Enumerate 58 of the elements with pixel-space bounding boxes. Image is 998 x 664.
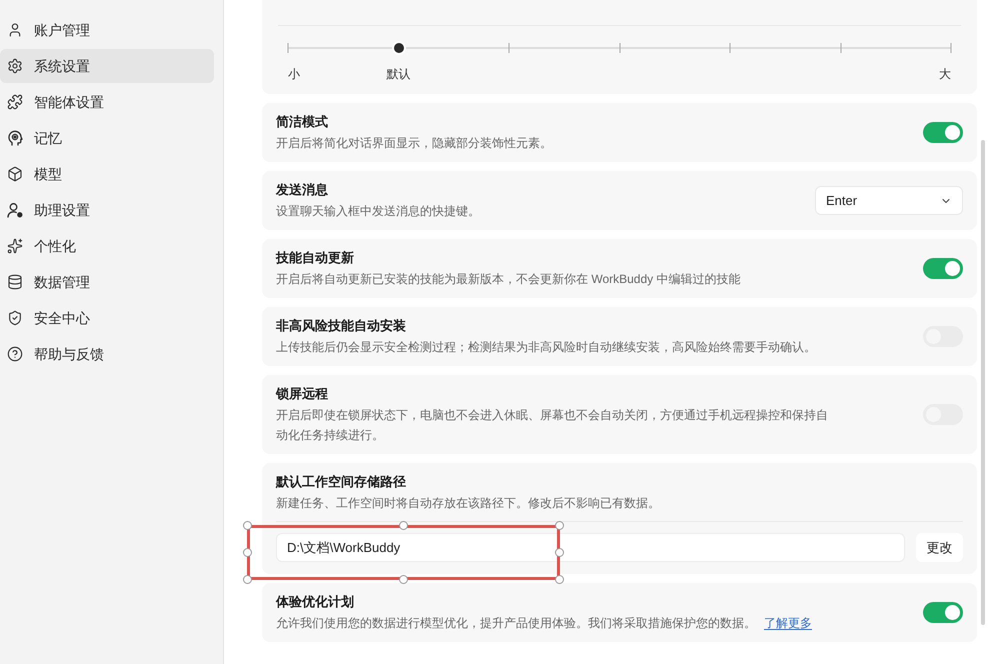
sidebar-item[interactable]: 模型 — [0, 157, 214, 191]
setting-description: 新建任务、工作空间时将自动存放在该路径下。修改后不影响已有数据。 — [276, 495, 661, 512]
setting-description: 上传技能后仍会显示安全检测过程；检测结果为非高风险时自动继续安装，高风险始终需要手动确认。 — [276, 339, 816, 356]
settings-icon — [7, 58, 23, 74]
setting-description: 允许我们使用您的数据进行模型优化，提升产品使用体验。我们将采取措施保护您的数据。 了解更多 — [276, 615, 812, 632]
slider-label: 小 — [288, 66, 300, 83]
setting-title: 非高风险技能自动安装 — [276, 317, 407, 335]
sidebar-item[interactable]: 帮助与反馈 — [0, 337, 214, 371]
change-button[interactable]: 更改 — [916, 533, 963, 562]
sidebar-item[interactable]: 安全中心 — [0, 301, 214, 335]
shield-check-icon — [7, 310, 23, 326]
tick-mark — [950, 43, 952, 53]
resize-handle[interactable] — [243, 548, 252, 557]
sidebar-item[interactable]: 个性化 — [0, 229, 214, 263]
sparkles-icon — [7, 238, 23, 254]
toggle-switch[interactable] — [923, 602, 963, 623]
sidebar-item[interactable]: 记忆 — [0, 121, 214, 155]
sidebar-item[interactable]: 助理设置 — [0, 193, 214, 227]
resize-handle[interactable] — [555, 521, 564, 530]
path-input[interactable]: D:\文档\WorkBuddy — [276, 533, 905, 562]
cube-icon — [7, 166, 23, 182]
toggle-switch[interactable] — [923, 122, 963, 143]
setting-description: 开启后将简化对话界面显示，隐藏部分装饰性元素。 — [276, 135, 552, 152]
setting-description: 开启后将自动更新已安装的技能为最新版本，不会更新你在 WorkBuddy 中编辑过的技能 — [276, 271, 740, 288]
resize-handle[interactable] — [555, 575, 564, 584]
resize-handle[interactable] — [399, 575, 408, 584]
slider-label: 大 — [939, 66, 951, 83]
learn-more-link[interactable]: 了解更多 — [764, 616, 812, 630]
setting-title: 默认工作空间存储路径 — [276, 473, 407, 491]
resize-handle[interactable] — [399, 521, 408, 530]
sidebar-item[interactable]: 系统设置 — [0, 49, 214, 83]
slider-thumb[interactable] — [392, 41, 406, 55]
database-icon — [7, 274, 23, 290]
scrollbar-thumb[interactable] — [981, 140, 985, 625]
setting-title: 简洁模式 — [276, 113, 329, 131]
setting-title: 体验优化计划 — [276, 593, 355, 611]
resize-handle[interactable] — [243, 521, 252, 530]
setting-description: 开启后即使在锁屏状态下，电脑也不会进入休眠、屏幕也不会自动关闭，方便通过手机远程操控和保持自动化任务持续进行。 — [276, 407, 829, 444]
tick-mark — [840, 43, 841, 53]
setting-description: 设置聊天输入框中发送消息的快捷键。 — [276, 203, 480, 220]
head-icon — [7, 130, 23, 146]
person-with-dot-icon — [7, 202, 23, 218]
sidebar-item[interactable]: 数据管理 — [0, 265, 214, 299]
person-icon — [7, 22, 23, 38]
help-icon — [7, 346, 23, 362]
sidebar-item[interactable]: 账户管理 — [0, 13, 214, 47]
setting-title: 发送消息 — [276, 181, 329, 199]
setting-title: 技能自动更新 — [276, 249, 355, 267]
shortcut-select[interactable]: Enter — [815, 186, 963, 215]
slider-label: 默认 — [386, 66, 410, 83]
sidebar-item[interactable]: 智能体设置 — [0, 85, 214, 119]
tick-mark — [508, 43, 510, 53]
tick-mark — [619, 43, 620, 53]
toggle-switch[interactable] — [923, 258, 963, 279]
puzzle-icon — [7, 94, 23, 110]
slider-track[interactable] — [288, 41, 951, 55]
setting-title: 锁屏远程 — [276, 385, 329, 403]
resize-handle[interactable] — [243, 575, 252, 584]
